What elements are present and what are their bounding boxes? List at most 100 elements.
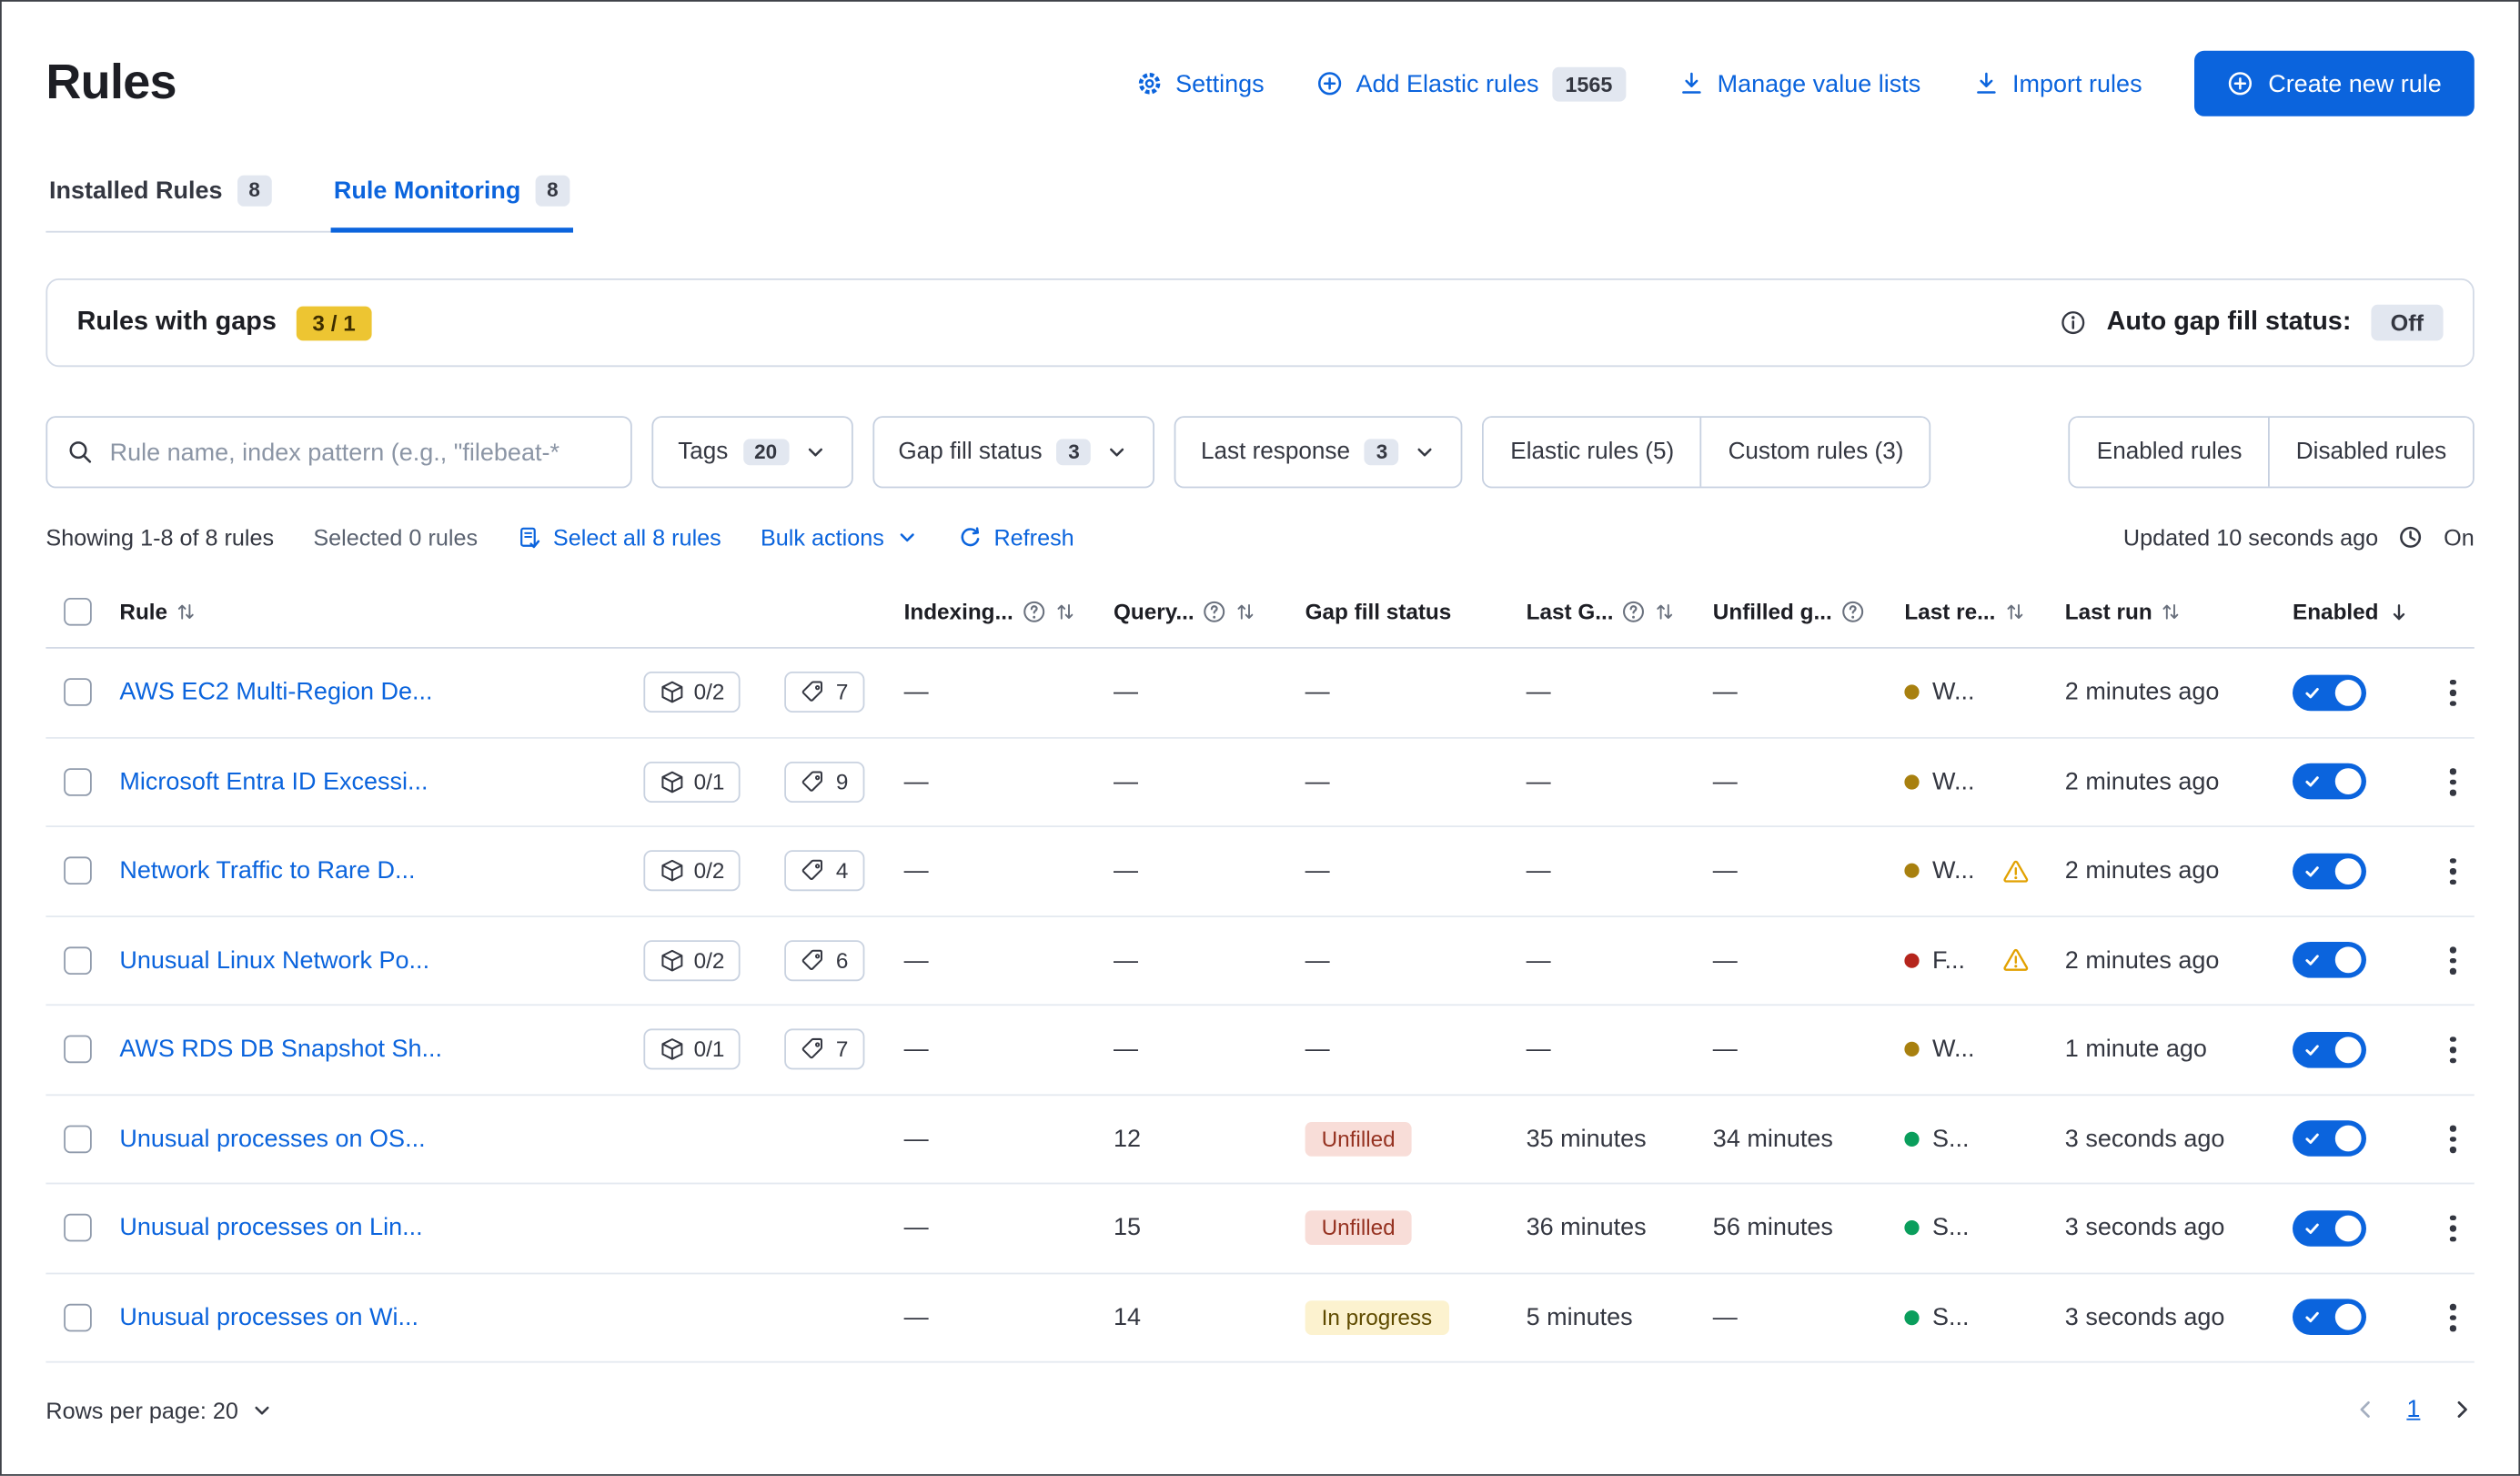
rows-per-page-button[interactable]: Rows per page: 20 <box>45 1397 272 1423</box>
tags-badge[interactable]: 4 <box>785 851 864 892</box>
elastic-rules-filter-button[interactable]: Elastic rules (5) <box>1485 418 1700 487</box>
query-time-cell: — <box>1097 1036 1289 1064</box>
help-icon[interactable] <box>1621 600 1646 624</box>
enabled-toggle[interactable] <box>2293 763 2366 800</box>
integration-package-icon <box>660 1037 684 1062</box>
create-new-rule-button[interactable]: Create new rule <box>2194 51 2475 116</box>
integration-package-icon <box>660 680 684 704</box>
column-header-last-response[interactable]: Last re... <box>1888 600 2048 624</box>
table-footer: Rows per page: 20 1 <box>45 1396 2474 1424</box>
previous-page-button[interactable] <box>2353 1397 2377 1421</box>
integrations-badge[interactable]: 0/1 <box>643 1029 741 1070</box>
tags-badge[interactable]: 7 <box>785 672 864 713</box>
row-checkbox[interactable] <box>64 768 92 796</box>
warning-triangle-icon[interactable] <box>2002 858 2029 885</box>
help-icon[interactable] <box>1022 600 1046 624</box>
add-elastic-rules-button[interactable]: Add Elastic rules 1565 <box>1316 66 1626 101</box>
row-actions-button[interactable] <box>2444 1029 2463 1069</box>
settings-button[interactable]: Settings <box>1136 70 1265 98</box>
column-header-enabled[interactable]: Enabled <box>2276 600 2432 624</box>
auto-refresh-icon[interactable] <box>2398 524 2424 551</box>
rule-name-link[interactable]: Unusual processes on Lin... <box>119 1214 422 1242</box>
import-rules-button[interactable]: Import rules <box>1973 70 2142 98</box>
help-icon[interactable] <box>1203 600 1227 624</box>
health-dot <box>1904 864 1919 878</box>
row-checkbox[interactable] <box>64 1036 92 1064</box>
row-checkbox[interactable] <box>64 946 92 975</box>
manage-value-lists-button[interactable]: Manage value lists <box>1678 70 1920 98</box>
disabled-rules-filter-button[interactable]: Disabled rules <box>2268 418 2473 487</box>
warning-triangle-icon[interactable] <box>2002 947 2029 974</box>
enabled-toggle[interactable] <box>2293 1032 2366 1068</box>
row-checkbox[interactable] <box>64 1214 92 1242</box>
row-actions-button[interactable] <box>2444 1298 2463 1338</box>
rule-name-link[interactable]: Unusual processes on Wi... <box>119 1303 418 1331</box>
tags-badge[interactable]: 7 <box>785 1029 864 1070</box>
rule-name-link[interactable]: Microsoft Entra ID Excessi... <box>119 768 428 796</box>
last-response-filter-button[interactable]: Last response 3 <box>1174 416 1463 488</box>
page-number[interactable]: 1 <box>2406 1396 2420 1424</box>
tags-badge[interactable]: 9 <box>785 762 864 803</box>
indexing-time-cell: — <box>888 768 1097 796</box>
rule-badges: 0/2 4 <box>643 851 888 892</box>
select-all-checkbox[interactable] <box>64 598 92 626</box>
row-actions-button[interactable] <box>2444 762 2463 802</box>
rule-name-link[interactable]: AWS EC2 Multi-Region De... <box>119 679 432 707</box>
last-run-cell: 2 minutes ago <box>2049 946 2276 975</box>
enabled-toggle[interactable] <box>2293 674 2366 711</box>
integrations-badge[interactable]: 0/2 <box>643 940 741 981</box>
row-actions-button[interactable] <box>2444 1118 2463 1158</box>
enabled-toggle[interactable] <box>2293 942 2366 978</box>
column-header-unfilled-gap[interactable]: Unfilled g... <box>1697 600 1889 624</box>
toggle-check-icon <box>2304 1309 2321 1326</box>
tags-filter-button[interactable]: Tags 20 <box>651 416 852 488</box>
row-actions-button[interactable] <box>2444 1208 2463 1249</box>
rule-name-link[interactable]: AWS RDS DB Snapshot Sh... <box>119 1036 442 1064</box>
gap-fill-status-filter-count: 3 <box>1057 439 1092 465</box>
row-checkbox[interactable] <box>64 679 92 707</box>
enabled-rules-filter-button[interactable]: Enabled rules <box>2071 418 2268 487</box>
row-actions-button[interactable] <box>2444 851 2463 891</box>
integrations-badge[interactable]: 0/2 <box>643 851 741 892</box>
row-checkbox[interactable] <box>64 1303 92 1331</box>
enabled-toggle[interactable] <box>2293 1210 2366 1247</box>
column-header-last-gap[interactable]: Last G... <box>1510 600 1697 624</box>
rule-badges: 0/2 6 <box>643 940 888 981</box>
row-actions-button[interactable] <box>2444 672 2463 713</box>
showing-rules-count: Showing 1-8 of 8 rules <box>45 524 274 551</box>
rule-name-link[interactable]: Network Traffic to Rare D... <box>119 857 415 885</box>
column-header-query[interactable]: Query... <box>1097 600 1289 624</box>
rule-search-input[interactable] <box>110 439 611 467</box>
enabled-toggle[interactable] <box>2293 1299 2366 1336</box>
column-header-indexing[interactable]: Indexing... <box>888 600 1097 624</box>
refresh-button[interactable]: Refresh <box>958 524 1074 551</box>
tags-count: 4 <box>836 859 849 884</box>
column-header-rule[interactable]: Rule <box>111 600 887 624</box>
next-page-button[interactable] <box>2450 1397 2475 1421</box>
row-checkbox[interactable] <box>64 1125 92 1153</box>
integrations-badge[interactable]: 0/2 <box>643 672 741 713</box>
tag-icon <box>801 770 826 794</box>
integrations-badge[interactable]: 0/1 <box>643 762 741 803</box>
last-response-cell: W... <box>1888 1036 2048 1064</box>
rule-name-link[interactable]: Unusual Linux Network Po... <box>119 946 429 975</box>
integrations-count: 0/2 <box>694 859 725 884</box>
row-checkbox[interactable] <box>64 857 92 885</box>
tags-badge[interactable]: 6 <box>785 940 864 981</box>
tabs: Installed Rules 8 Rule Monitoring 8 <box>45 166 572 233</box>
select-all-rules-button[interactable]: Select all 8 rules <box>517 524 721 551</box>
tab-rule-monitoring[interactable]: Rule Monitoring 8 <box>330 166 573 233</box>
enabled-toggle[interactable] <box>2293 1121 2366 1158</box>
info-icon[interactable] <box>2061 309 2087 336</box>
gap-fill-status-filter-button[interactable]: Gap fill status 3 <box>872 416 1155 488</box>
column-header-last-run[interactable]: Last run <box>2049 600 2276 624</box>
tag-icon <box>801 859 826 884</box>
rule-name-link[interactable]: Unusual processes on OS... <box>119 1125 425 1153</box>
row-actions-button[interactable] <box>2444 940 2463 980</box>
bulk-actions-button[interactable]: Bulk actions <box>761 524 919 551</box>
custom-rules-filter-button[interactable]: Custom rules (3) <box>1700 418 1930 487</box>
gap-fill-status-cell: — <box>1289 946 1510 975</box>
help-icon[interactable] <box>1840 600 1865 624</box>
enabled-toggle[interactable] <box>2293 853 2366 889</box>
tab-installed-rules[interactable]: Installed Rules 8 <box>45 166 275 233</box>
